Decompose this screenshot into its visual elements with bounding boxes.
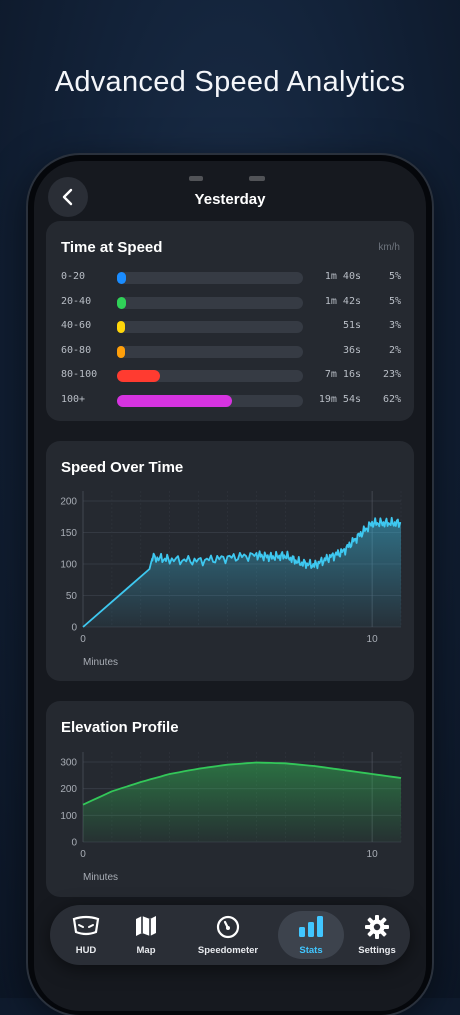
speed-range-row: 0-20 1m 40s 5%	[61, 268, 401, 288]
time-value: 1m 42s	[324, 295, 361, 307]
progress-track	[117, 321, 303, 333]
time-at-speed-card: Time at Speed km/h 0-20 1m 40s 5% 20-40 1m 4…	[46, 221, 414, 421]
progress-fill	[117, 272, 126, 284]
y-tick-label: 300	[60, 758, 77, 769]
time-value: 1m 40s	[324, 271, 361, 282]
tab-map[interactable]: Map	[126, 911, 166, 959]
range-label: 80-100	[61, 369, 98, 380]
map-icon	[136, 916, 156, 936]
hud-icon	[72, 915, 100, 936]
app-screen: Yesterday Time at Speed km/h 0-20 1m 40s 5…	[34, 161, 426, 1011]
percent-value: 5%	[388, 295, 401, 307]
progress-fill	[117, 321, 125, 333]
y-tick-label: 50	[66, 591, 78, 602]
gear-icon	[365, 915, 389, 939]
speed-range-row: 60-80 36s 2%	[61, 342, 401, 362]
tab-bar: HUD Map Speedometer Stats Settings	[50, 905, 410, 965]
tab-label: Settings	[358, 945, 396, 956]
speed-over-time-card: Speed Over Time 200 150 100 50 0 0 10 Minutes	[46, 441, 414, 681]
progress-track	[117, 296, 303, 309]
series-area	[83, 762, 401, 842]
percent-value: 2%	[388, 344, 401, 356]
tab-label: Stats	[299, 945, 323, 956]
percent-value: 5%	[388, 271, 401, 282]
x-tick-label: 0	[80, 634, 86, 645]
range-label: 0-20	[61, 271, 86, 282]
page-title: Yesterday	[194, 191, 266, 208]
y-tick-label: 200	[60, 497, 77, 508]
card-title: Time at Speed	[61, 239, 163, 256]
range-label: 20-40	[61, 295, 92, 307]
series-area	[83, 517, 401, 627]
stats-icon	[299, 916, 323, 937]
unit-label: km/h	[378, 242, 400, 253]
time-value: 7m 16s	[324, 369, 361, 380]
elevation-chart: 300 200 100 00 10 Minutes	[60, 752, 402, 883]
y-tick-label: 0	[71, 623, 77, 634]
time-value: 36s	[342, 344, 361, 356]
tab-stats[interactable]: Stats	[278, 911, 344, 959]
phone-frame: Yesterday Time at Speed km/h 0-20 1m 40s 5…	[28, 155, 432, 1015]
elevation-profile-card: Elevation Profile 300 200 100 0 0 10 Minutes	[46, 701, 414, 897]
progress-track	[117, 370, 303, 382]
range-label: 100+	[61, 393, 86, 405]
x-axis-title: Minutes	[83, 657, 118, 668]
range-label: 40-60	[61, 320, 92, 331]
speedometer-icon	[216, 915, 240, 939]
tab-label: Speedometer	[197, 945, 259, 956]
progress-track	[117, 345, 303, 358]
tab-label: Map	[136, 945, 156, 956]
speed-chart: 200 150 100 50 00 10 Minutes	[60, 491, 402, 668]
y-tick-label: 0	[71, 838, 77, 849]
percent-value: 3%	[388, 320, 401, 331]
progress-fill	[117, 345, 125, 358]
progress-fill	[117, 370, 160, 382]
y-tick-label: 150	[60, 528, 77, 539]
progress-fill	[117, 296, 126, 309]
y-tick-label: 200	[60, 784, 77, 795]
y-tick-label: 100	[60, 811, 77, 822]
tab-speedometer[interactable]: Speedometer	[190, 911, 266, 959]
tab-label: HUD	[75, 945, 97, 956]
time-value: 51s	[342, 320, 361, 331]
progress-fill	[117, 394, 232, 407]
speed-range-row: 40-60 51s 3%	[61, 317, 401, 337]
x-tick-label: 0	[80, 849, 86, 860]
progress-track	[117, 394, 303, 407]
status-bar-indicators	[189, 176, 265, 181]
x-tick-label: 10	[367, 634, 379, 645]
range-label: 60-80	[61, 344, 92, 356]
progress-track	[117, 272, 303, 284]
time-value: 19m 54s	[318, 393, 361, 405]
x-axis-title: Minutes	[83, 872, 118, 883]
tab-hud[interactable]: HUD	[64, 911, 108, 959]
percent-value: 23%	[382, 369, 401, 380]
x-tick-label: 10	[367, 849, 379, 860]
tab-settings[interactable]: Settings	[350, 911, 404, 959]
percent-value: 62%	[382, 393, 401, 405]
y-tick-label: 100	[60, 560, 77, 571]
headline: Advanced Speed Analytics	[54, 66, 406, 98]
speed-range-row: 20-40 1m 42s 5%	[61, 293, 401, 313]
speed-range-row: 80-100 7m 16s 23%	[61, 366, 401, 386]
speed-range-row: 100+ 19m 54s 62%	[61, 391, 401, 411]
